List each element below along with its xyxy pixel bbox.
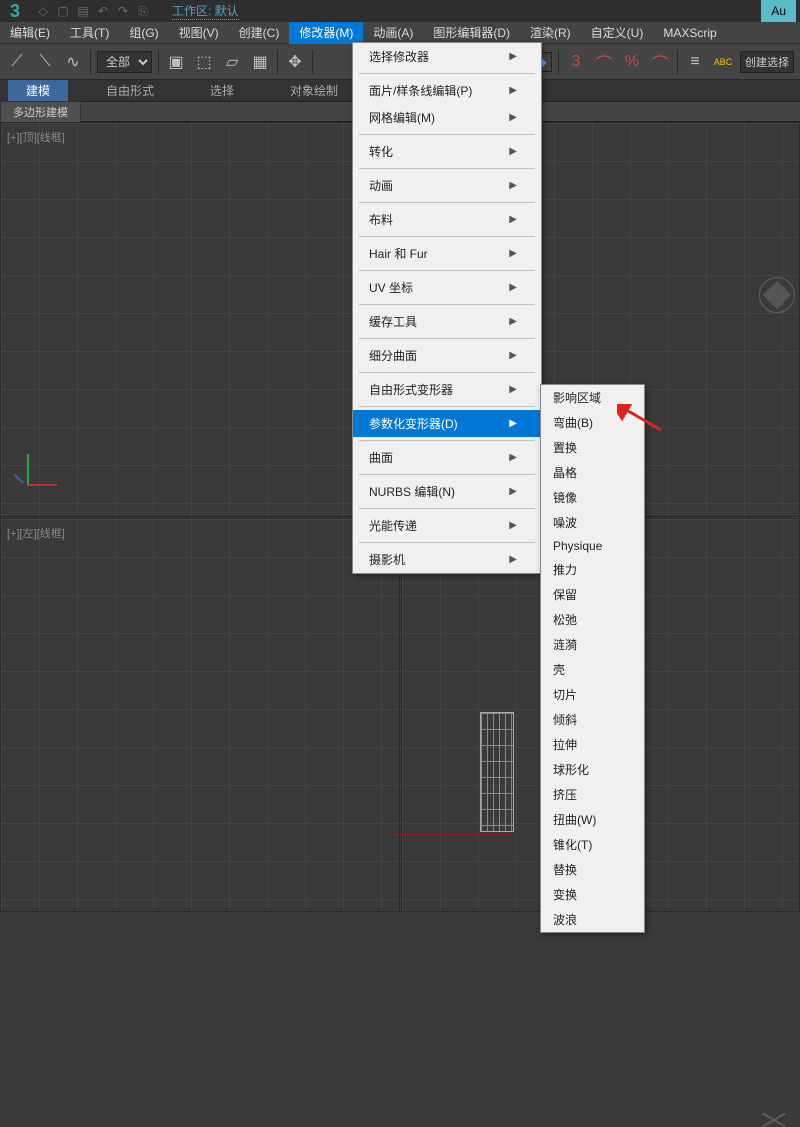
camera-gizmo-icon bbox=[761, 1119, 787, 1121]
menu-item[interactable]: 面片/样条线编辑(P)▶ bbox=[353, 77, 541, 104]
menu-item[interactable]: 光能传递▶ bbox=[353, 512, 541, 539]
menu-view[interactable]: 视图(V) bbox=[169, 22, 229, 44]
submenu-item[interactable]: 噪波 bbox=[541, 510, 644, 535]
submenu-item[interactable]: 壳 bbox=[541, 657, 644, 682]
viewport-top[interactable]: [+][顶][线框] bbox=[0, 122, 400, 517]
select-link-icon[interactable]: ⟋ bbox=[6, 49, 28, 75]
submenu-item[interactable]: 替换 bbox=[541, 857, 644, 882]
submenu-item[interactable]: 波浪 bbox=[541, 907, 644, 932]
window-crossing-icon[interactable]: ▦ bbox=[249, 49, 271, 75]
subtab-poly-modeling[interactable]: 多边形建模 bbox=[0, 101, 81, 123]
menu-item[interactable]: 细分曲面▶ bbox=[353, 342, 541, 369]
menu-create[interactable]: 创建(C) bbox=[229, 22, 290, 44]
link-icon[interactable]: ⎘ bbox=[134, 2, 152, 20]
tab-object-paint[interactable]: 对象绘制 bbox=[272, 82, 356, 99]
menu-tools[interactable]: 工具(T) bbox=[60, 22, 119, 44]
menu-item[interactable]: 转化▶ bbox=[353, 138, 541, 165]
menu-item[interactable]: 参数化变形器(D)▶ bbox=[353, 410, 541, 437]
menu-item[interactable]: 网格编辑(M)▶ bbox=[353, 104, 541, 131]
bind-icon[interactable]: ∿ bbox=[62, 49, 84, 75]
menu-rendering[interactable]: 渲染(R) bbox=[520, 22, 581, 44]
submenu-item[interactable]: 弯曲(B) bbox=[541, 410, 644, 435]
submenu-item[interactable]: 晶格 bbox=[541, 460, 644, 485]
named-sets-icon[interactable]: ≡ bbox=[684, 49, 706, 75]
menu-item[interactable]: 动画▶ bbox=[353, 172, 541, 199]
submenu-item[interactable]: 涟漪 bbox=[541, 632, 644, 657]
submenu-item[interactable]: 镜像 bbox=[541, 485, 644, 510]
tab-selection[interactable]: 选择 bbox=[192, 82, 252, 99]
axis-gizmo-icon bbox=[19, 458, 59, 498]
abc-icon[interactable]: ABC bbox=[712, 49, 734, 75]
snap-3-icon[interactable]: 3 bbox=[565, 49, 587, 75]
submenu-item[interactable]: Physique bbox=[541, 535, 644, 557]
move-icon[interactable]: ✥ bbox=[284, 49, 306, 75]
menu-item[interactable]: 布料▶ bbox=[353, 206, 541, 233]
menu-graph-editors[interactable]: 图形编辑器(D) bbox=[423, 22, 520, 44]
tab-modeling[interactable]: 建模 bbox=[8, 80, 68, 101]
scene-axis-line bbox=[392, 834, 513, 835]
submenu-item[interactable]: 挤压 bbox=[541, 782, 644, 807]
spinner-snap-icon[interactable]: ⌒ bbox=[649, 49, 671, 75]
menu-animation[interactable]: 动画(A) bbox=[363, 22, 423, 44]
menu-item[interactable]: NURBS 编辑(N)▶ bbox=[353, 478, 541, 505]
menu-item[interactable]: 曲面▶ bbox=[353, 444, 541, 471]
tab-freeform[interactable]: 自由形式 bbox=[88, 82, 172, 99]
title-right-label: Au bbox=[761, 0, 796, 22]
create-selection-btn[interactable]: 创建选择 bbox=[740, 51, 794, 73]
select-icon[interactable]: ⬚ bbox=[193, 49, 215, 75]
viewport-left[interactable]: [+][左][线框] bbox=[0, 518, 400, 913]
menu-item[interactable]: 摄影机▶ bbox=[353, 546, 541, 573]
submenu-item[interactable]: 锥化(T) bbox=[541, 832, 644, 857]
undo-icon[interactable]: ↶ bbox=[94, 2, 112, 20]
submenu-item[interactable]: 保留 bbox=[541, 582, 644, 607]
menu-group[interactable]: 组(G) bbox=[119, 22, 168, 44]
submenu-item[interactable]: 拉伸 bbox=[541, 732, 644, 757]
selection-filter-select[interactable]: 全部 bbox=[97, 51, 152, 73]
submenu-item[interactable]: 松弛 bbox=[541, 607, 644, 632]
workspace-selector[interactable]: 工作区: 默认 bbox=[172, 2, 239, 20]
select-region-icon[interactable]: ▱ bbox=[221, 49, 243, 75]
submenu-item[interactable]: 扭曲(W) bbox=[541, 807, 644, 832]
menu-item[interactable]: 缓存工具▶ bbox=[353, 308, 541, 335]
unlink-icon[interactable]: ⟍ bbox=[34, 49, 56, 75]
app-logo-icon: 3 bbox=[4, 0, 26, 22]
submenu-item[interactable]: 切片 bbox=[541, 682, 644, 707]
save-icon[interactable]: ▤ bbox=[74, 2, 92, 20]
submenu-item[interactable]: 倾斜 bbox=[541, 707, 644, 732]
submenu-item[interactable]: 变换 bbox=[541, 882, 644, 907]
submenu-item[interactable]: 影响区域 bbox=[541, 385, 644, 410]
open-icon[interactable]: ▢ bbox=[54, 2, 72, 20]
menu-bar: 编辑(E) 工具(T) 组(G) 视图(V) 创建(C) 修改器(M) 动画(A… bbox=[0, 22, 800, 44]
percent-snap-icon[interactable]: % bbox=[621, 49, 643, 75]
menu-customize[interactable]: 自定义(U) bbox=[581, 22, 654, 44]
menu-maxscript[interactable]: MAXScrip bbox=[653, 22, 726, 44]
menu-item[interactable]: UV 坐标▶ bbox=[353, 274, 541, 301]
menu-edit[interactable]: 编辑(E) bbox=[0, 22, 60, 44]
quick-access-toolbar: ◇ ▢ ▤ ↶ ↷ ⎘ bbox=[34, 2, 152, 20]
submenu-item[interactable]: 推力 bbox=[541, 557, 644, 582]
submenu-item[interactable]: 置换 bbox=[541, 435, 644, 460]
modifiers-menu: 选择修改器▶ 面片/样条线编辑(P)▶网格编辑(M)▶ 转化▶ 动画▶ 布料▶ Hair … bbox=[352, 42, 542, 574]
scene-object[interactable] bbox=[480, 712, 514, 832]
cursor-icon[interactable]: ▣ bbox=[165, 49, 187, 75]
submenu-item[interactable]: 球形化 bbox=[541, 757, 644, 782]
viewport-top-label[interactable]: [+][顶][线框] bbox=[7, 129, 65, 145]
parametric-deformers-submenu: 影响区域弯曲(B)置换晶格镜像噪波Physique推力保留松弛涟漪壳切片倾斜拉伸… bbox=[540, 384, 645, 933]
viewport-left-label[interactable]: [+][左][线框] bbox=[7, 525, 65, 541]
title-bar: 3 ◇ ▢ ▤ ↶ ↷ ⎘ 工作区: 默认 Au bbox=[0, 0, 800, 22]
redo-icon[interactable]: ↷ bbox=[114, 2, 132, 20]
menu-item[interactable]: 自由形式变形器▶ bbox=[353, 376, 541, 403]
viewcube-icon[interactable] bbox=[759, 277, 795, 313]
menu-item[interactable]: Hair 和 Fur▶ bbox=[353, 240, 541, 267]
new-icon[interactable]: ◇ bbox=[34, 2, 52, 20]
angle-snap-icon[interactable]: ⌒ bbox=[593, 49, 615, 75]
menu-modifiers[interactable]: 修改器(M) bbox=[289, 22, 363, 44]
menu-item[interactable]: 选择修改器▶ bbox=[353, 43, 541, 70]
